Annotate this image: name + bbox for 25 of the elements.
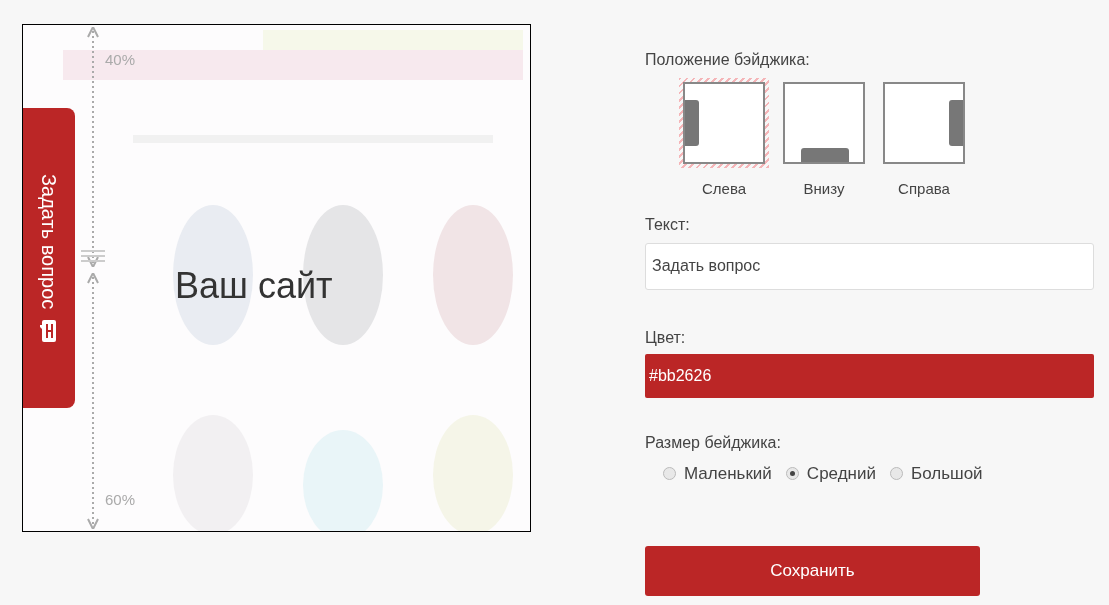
site-caption: Ваш сайт xyxy=(175,264,333,308)
text-field[interactable]: Задать вопрос xyxy=(645,242,1094,290)
option-label: Внизу xyxy=(803,179,845,199)
radio-label: Маленький xyxy=(684,462,772,485)
radio-button[interactable] xyxy=(663,466,676,480)
color-field[interactable]: #bb2626 xyxy=(645,353,1094,398)
position-option[interactable] xyxy=(679,78,769,168)
field-label: Цвет: xyxy=(645,327,687,348)
radio-button[interactable] xyxy=(890,466,903,480)
field-label: Текст: xyxy=(645,214,691,235)
feedback-tab[interactable]: Задать вопрос xyxy=(23,108,75,408)
badge-marker-icon xyxy=(685,100,699,146)
radio-button[interactable] xyxy=(785,466,799,480)
field-label: Положение бэйджика: xyxy=(645,50,811,70)
drag-handle-icon[interactable] xyxy=(81,249,105,263)
badge-marker-icon xyxy=(949,100,963,146)
radio-label: Большой xyxy=(911,462,983,485)
save-button[interactable]: Сохранить xyxy=(645,546,980,596)
percent-label: 60% xyxy=(105,490,136,510)
field-label: Размер бейджика: xyxy=(645,432,782,453)
badge-marker-icon xyxy=(801,148,849,162)
percent-label: 40% xyxy=(105,50,136,70)
radio-label: Средний xyxy=(806,462,876,485)
option-label: Справа xyxy=(898,179,950,199)
option-label: Слева xyxy=(701,179,747,199)
